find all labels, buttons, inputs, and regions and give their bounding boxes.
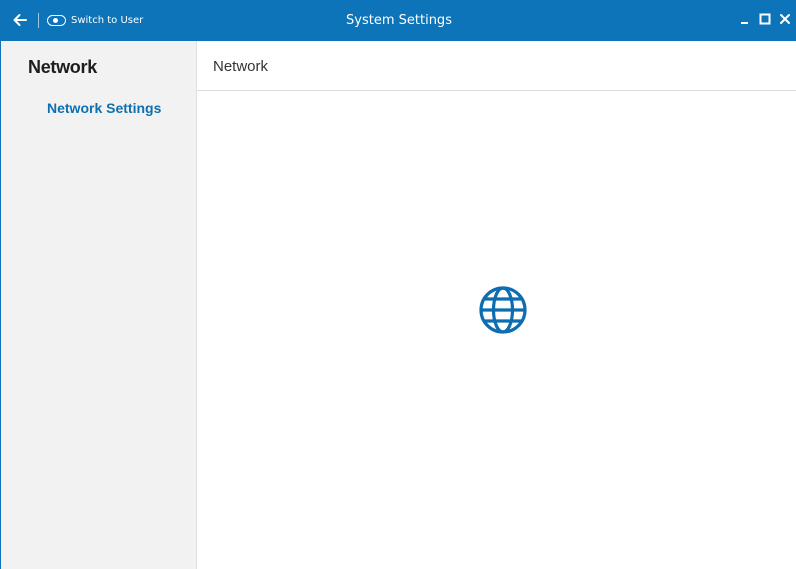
close-icon xyxy=(780,14,790,24)
content-header: Network xyxy=(197,41,796,91)
system-settings-window: Switch to User System Settings Network N… xyxy=(0,0,796,569)
globe-icon xyxy=(479,286,527,334)
content-body xyxy=(197,91,796,569)
title-bar-divider xyxy=(38,13,39,28)
sidebar-item-network-settings[interactable]: Network Settings xyxy=(47,100,161,116)
maximize-icon xyxy=(759,13,771,25)
title-bar: Switch to User System Settings xyxy=(1,0,796,41)
back-button[interactable] xyxy=(12,12,28,28)
minimize-icon xyxy=(741,22,748,24)
window-controls xyxy=(735,10,795,28)
maximize-button[interactable] xyxy=(755,10,775,28)
sidebar: Network Network Settings xyxy=(1,41,197,569)
minimize-button[interactable] xyxy=(735,10,755,28)
switch-to-user-button[interactable]: Switch to User xyxy=(47,12,143,28)
back-arrow-icon xyxy=(13,14,27,26)
sidebar-heading: Network xyxy=(28,57,97,77)
switch-to-user-label: Switch to User xyxy=(71,14,144,26)
toggle-icon xyxy=(47,14,66,26)
page-title: Network xyxy=(213,58,269,75)
close-button[interactable] xyxy=(775,10,795,28)
